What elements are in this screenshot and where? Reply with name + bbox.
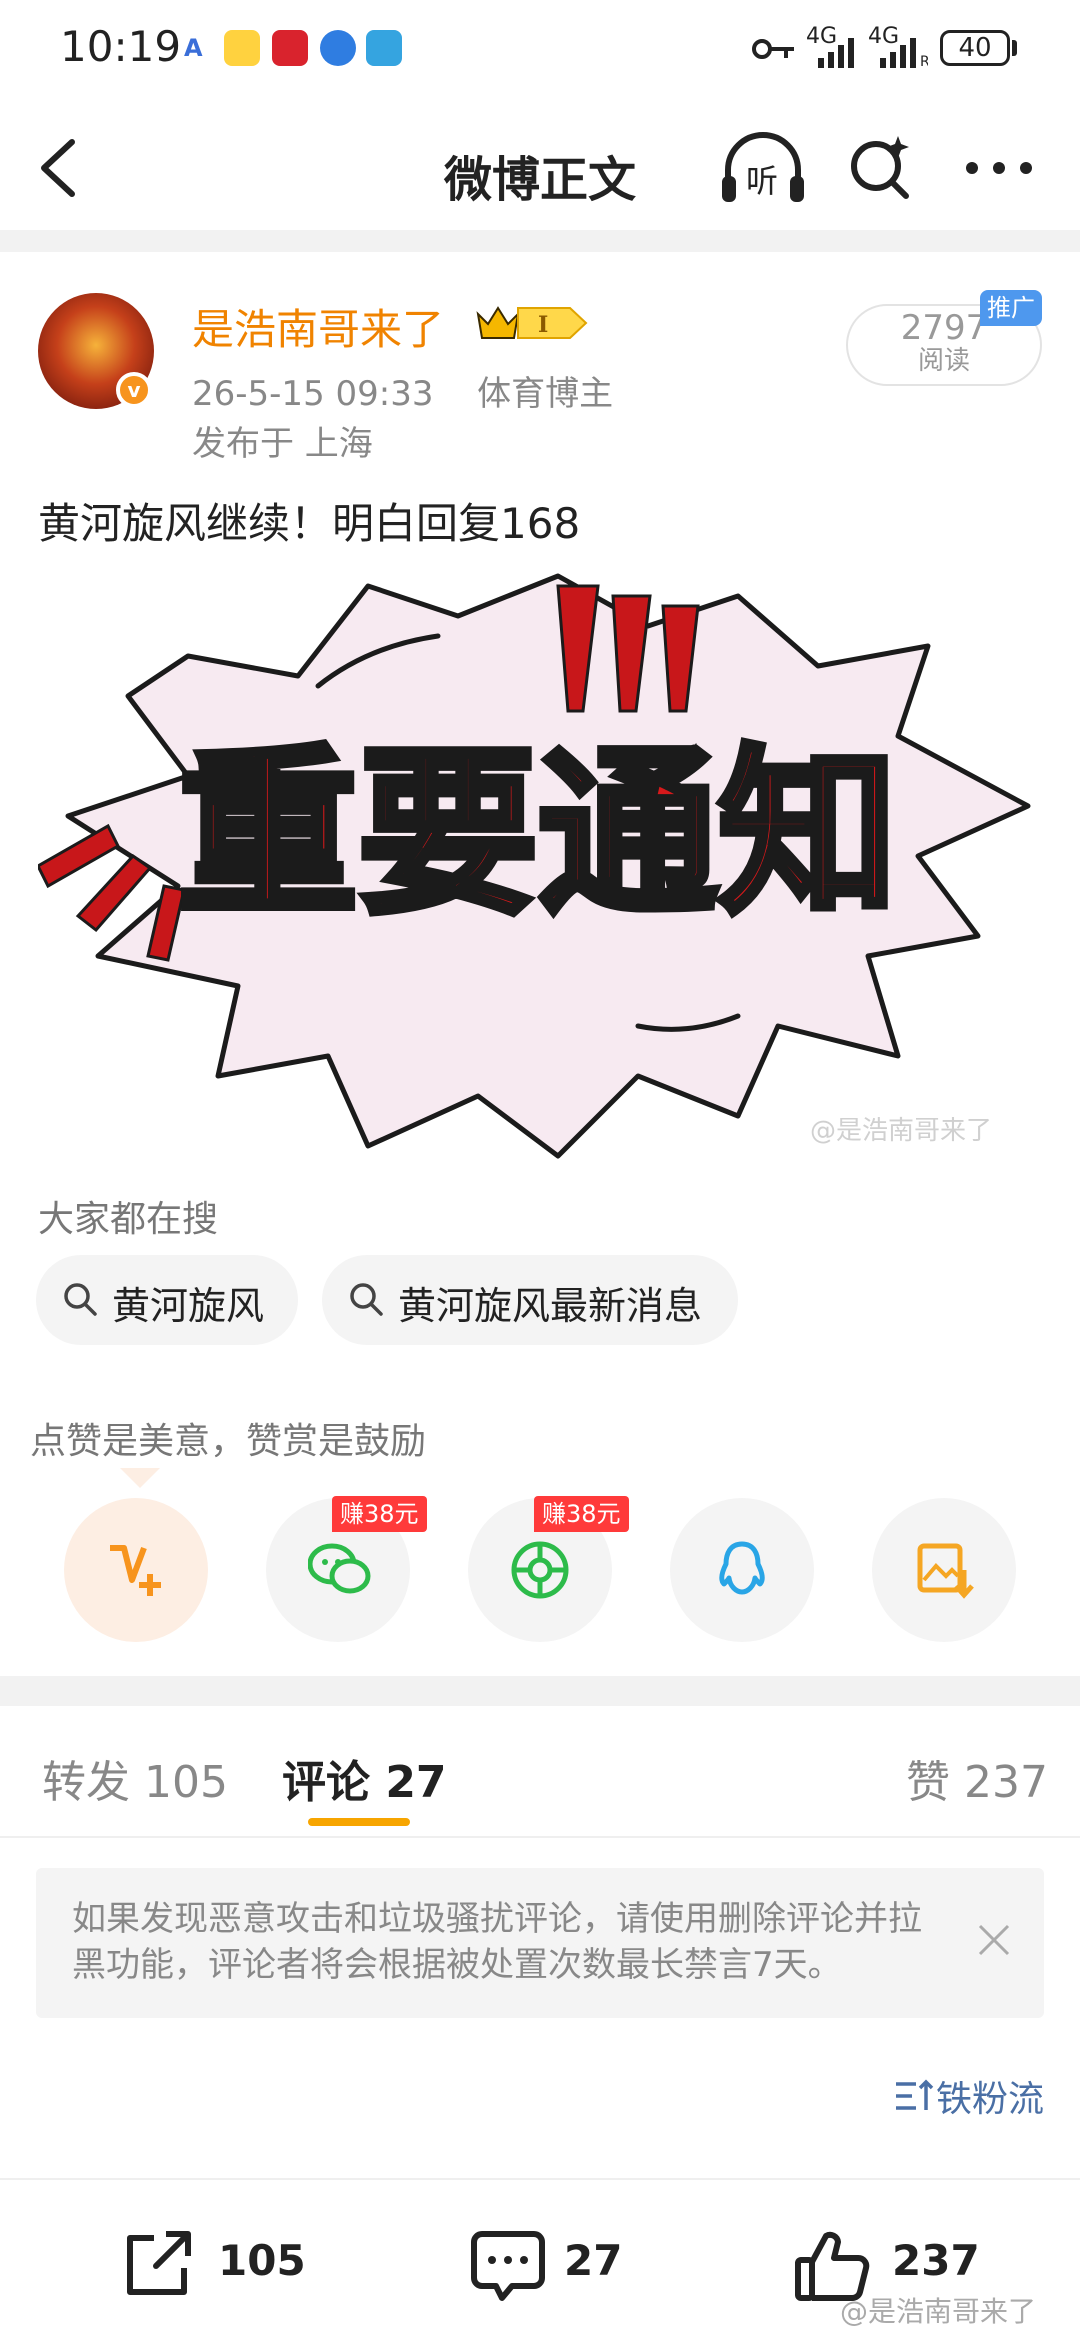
more-icon[interactable] [964, 160, 1034, 176]
signal-icon [818, 38, 854, 68]
reward-title: 点赞是美意，赞赏是鼓励 [30, 1421, 427, 1462]
search-chip-2[interactable]: 黄河旋风最新消息 [322, 1255, 738, 1345]
tab-divider [0, 1836, 1080, 1838]
sort-icon [896, 2079, 934, 2110]
post-date: 26-5-15 09:33 [192, 374, 434, 414]
search-section-title: 大家都在搜 [38, 1199, 219, 1240]
repost-count: 105 [218, 2236, 306, 2285]
search-sparkle-icon[interactable] [846, 134, 916, 204]
bottom-watermark: @是浩南哥来了 [840, 2295, 1037, 2328]
battery-icon: 40 [940, 30, 1010, 66]
vip-level-text: I [538, 312, 548, 338]
repost-button[interactable]: 105 [120, 2226, 320, 2306]
ad-tag: 推广 [980, 290, 1042, 326]
read-label: 阅读 [917, 346, 970, 376]
vip-crown-icon[interactable]: I [474, 300, 590, 346]
search-chip-label: 黄河旋风 [112, 1284, 265, 1328]
earn-tag-moments: 赚38元 [534, 1496, 629, 1532]
post-location: 发布于 上海 [192, 424, 373, 464]
tab-active-indicator [308, 1818, 410, 1826]
reward-v-icon [110, 1545, 161, 1596]
image-watermark: @是浩南哥来了 [810, 1116, 993, 1146]
comment-icon [471, 2231, 545, 2301]
nav-separator [0, 230, 1080, 252]
save-image-icon [917, 1543, 974, 1599]
close-icon[interactable] [972, 1918, 1016, 1962]
search-chip-label: 黄河旋风最新消息 [398, 1284, 703, 1328]
status-bar: 10:19 A 4G 4G R 40 [0, 0, 1080, 100]
notice-burst-graphic: 重要通知 [36, 556, 1042, 1160]
post-text: 黄河旋风继续！明白回复168 [38, 499, 581, 548]
nav-bar: 微博正文 听 [0, 100, 1080, 230]
listen-label: 听 [746, 162, 779, 200]
signal-icon-2: R [880, 38, 928, 68]
section-separator [0, 1676, 1080, 1706]
check-app-icon [320, 30, 356, 66]
comment-button[interactable]: 27 [468, 2226, 648, 2306]
key-icon [752, 39, 794, 59]
pointer-triangle [120, 1468, 160, 1488]
tab-repost[interactable]: 转发 105 [42, 1746, 228, 1810]
qq-icon [719, 1541, 765, 1595]
moments-icon [511, 1541, 569, 1599]
earn-tag-wechat: 赚38元 [332, 1496, 427, 1532]
post-meta: 26-5-15 09:33 体育博主 [192, 366, 613, 415]
wechat-icon [308, 1543, 371, 1594]
tab-like[interactable]: 赞 237 [906, 1746, 1048, 1810]
author-category: 体育博主 [477, 374, 614, 414]
sort-label: 铁粉流 [936, 2079, 1045, 2120]
comment-tabs: 转发 105 评论 27 赞 237 [0, 1706, 1080, 1836]
telegram-icon [366, 30, 402, 66]
tab-comment[interactable]: 评论 27 [282, 1746, 447, 1810]
search-chip-1[interactable]: 黄河旋风 [36, 1255, 298, 1345]
page-title: 微博正文 [443, 152, 636, 208]
search-icon [64, 1283, 97, 1316]
status-time: 10:19 [60, 22, 182, 71]
sort-toggle[interactable]: 铁粉流 [890, 2070, 1050, 2120]
notice-text: 如果发现恶意攻击和垃圾骚扰评论，请使用删除评论并拉黑功能，评论者将会根据被处置次… [72, 1899, 922, 1985]
reward-v-button[interactable] [64, 1498, 208, 1642]
search-icon [350, 1283, 383, 1316]
listen-button[interactable]: 听 [718, 130, 808, 210]
news-app-icon [272, 30, 308, 66]
weibo-icon [224, 30, 260, 66]
repost-icon [127, 2231, 191, 2295]
comment-count: 27 [564, 2236, 623, 2285]
font-icon: A [184, 34, 203, 62]
comment-notice: 如果发现恶意攻击和垃圾骚扰评论，请使用删除评论并拉黑功能，评论者将会根据被处置次… [36, 1868, 1044, 2018]
verified-badge-icon: v [116, 372, 152, 408]
image-headline: 重要通知 [178, 730, 898, 939]
post-image[interactable]: 重要通知 [36, 556, 1042, 1160]
qq-share-button[interactable] [670, 1498, 814, 1642]
author-name[interactable]: 是浩南哥来了 [192, 296, 444, 357]
svg-text:R: R [920, 54, 928, 68]
battery-tip [1012, 40, 1017, 56]
save-image-button[interactable] [872, 1498, 1016, 1642]
like-count: 237 [892, 2236, 980, 2285]
